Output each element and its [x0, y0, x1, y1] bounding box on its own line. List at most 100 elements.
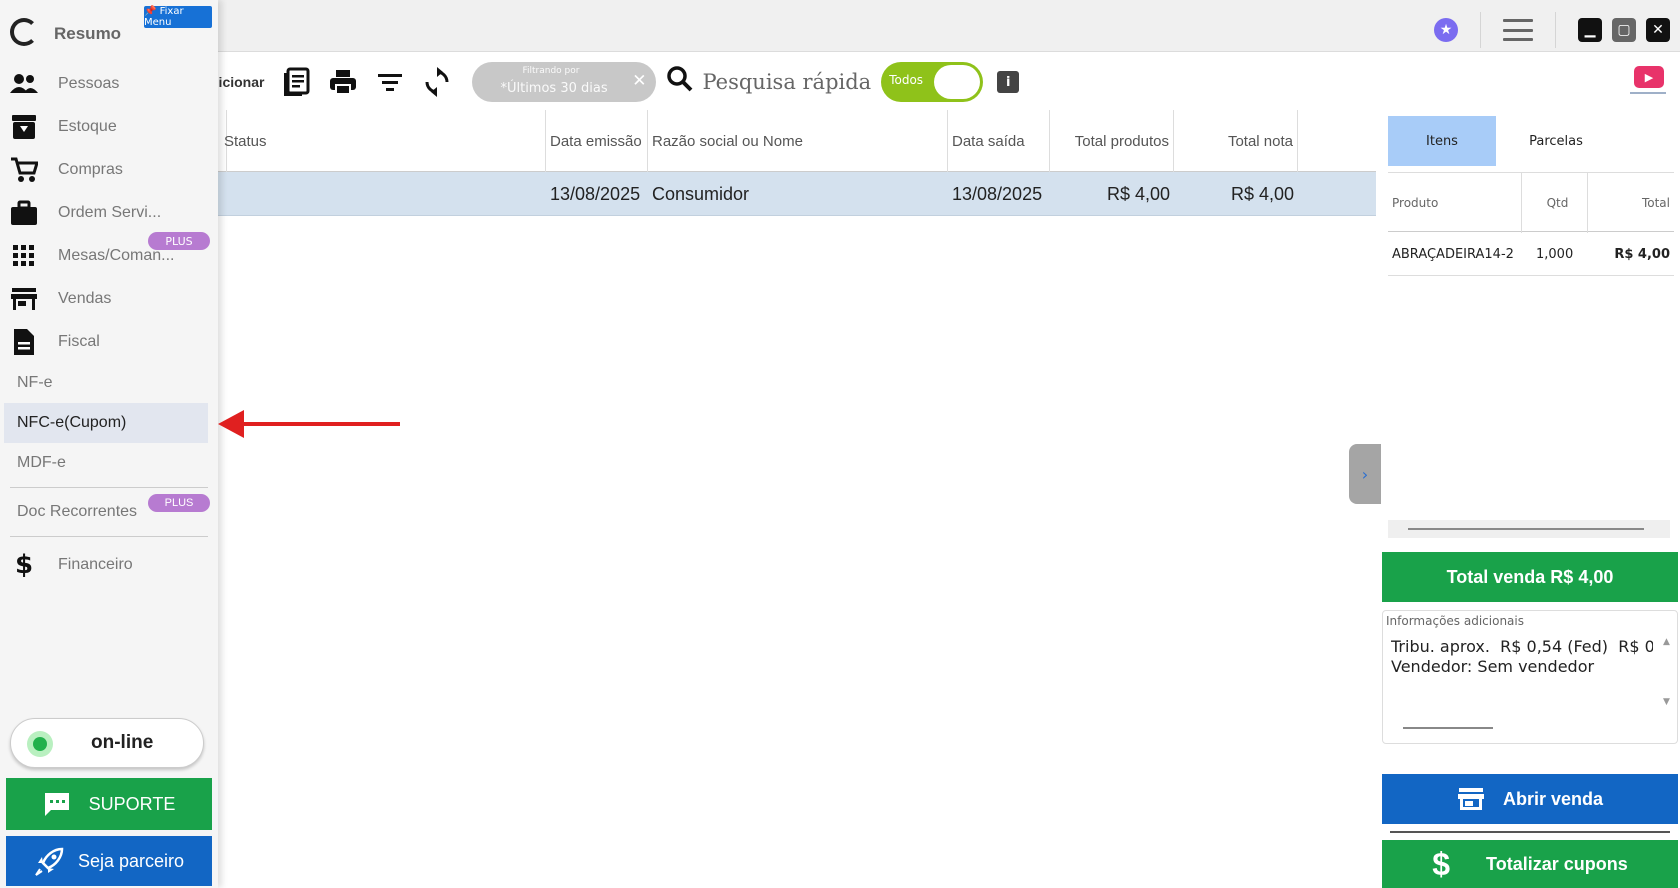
parceiro-label: Seja parceiro	[77, 850, 185, 871]
divider	[1555, 12, 1556, 48]
sidebar-item-compras[interactable]: Compras	[0, 148, 218, 191]
table-row[interactable]: 13/08/2025 Consumidor 13/08/2025 R$ 4,00…	[218, 172, 1376, 216]
clear-filter-icon[interactable]: ✕	[632, 71, 646, 91]
plus-badge: PLUS	[148, 494, 210, 512]
grid-icon	[10, 242, 38, 270]
sales-table: Status Data emissão Razão social ou Nome…	[218, 110, 1376, 216]
divider	[10, 487, 208, 488]
cell-total-produtos: R$ 4,00	[1106, 183, 1170, 204]
menu-icon[interactable]	[1503, 19, 1533, 41]
dollar-icon: $	[14, 549, 34, 580]
item-qtd: 1,000	[1536, 246, 1574, 262]
quick-search-input[interactable]: Pesquisa rápida	[702, 70, 871, 94]
close-icon[interactable]: ✕	[1646, 18, 1670, 42]
store-icon	[10, 285, 38, 313]
sidebar-item-label: Compras	[58, 160, 123, 178]
scroll-thumb[interactable]	[1408, 528, 1644, 530]
document-icon	[10, 328, 38, 356]
add-button[interactable]: dicionar	[210, 74, 264, 90]
window-controls: ★ ▁ ▢ ✕	[1434, 12, 1670, 48]
items-header: Produto Qtd Total	[1388, 172, 1674, 233]
refresh-icon[interactable]	[421, 66, 453, 98]
inventory-icon	[10, 113, 38, 141]
sidebar-subitem-nfce[interactable]: NFC-e(Cupom)	[4, 403, 208, 443]
favorite-star-icon[interactable]: ★	[1434, 18, 1458, 42]
info-label: Informações adicionais	[1386, 614, 1524, 628]
divider	[1480, 12, 1481, 48]
header-total-produtos[interactable]: Total produtos	[1050, 110, 1174, 172]
abrir-venda-button[interactable]: Abrir venda	[1382, 774, 1678, 824]
sidebar-item-label: Pessoas	[58, 74, 120, 92]
sidebar-item-pessoas[interactable]: Pessoas	[0, 62, 218, 105]
item-produto: ABRAÇADEIRA14-2	[1392, 246, 1514, 262]
totalizar-cupons-button[interactable]: $ Totalizar cupons	[1382, 840, 1678, 888]
sidebar-subitem-mdfe[interactable]: MDF-e	[0, 443, 218, 483]
sidebar-item-label: Doc Recorrentes	[17, 503, 138, 520]
total-venda-button[interactable]: Total venda R$ 4,00	[1382, 552, 1678, 602]
info-scrollbar[interactable]: ▲ ▼	[1663, 637, 1675, 733]
item-row[interactable]: ABRAÇADEIRA14-2 1,000 R$ 4,00	[1388, 232, 1674, 276]
chat-icon	[44, 793, 69, 816]
sidebar-subitem-nfe[interactable]: NF-e	[0, 363, 218, 403]
header-produto[interactable]: Produto	[1392, 173, 1522, 233]
toggle-label: Todos	[889, 73, 924, 87]
status-dot-icon	[27, 731, 53, 757]
filter-caption: Filtrando por	[522, 66, 580, 76]
toolbar: dicionar Filtrando por *Últimos 30 dias …	[210, 58, 1680, 106]
item-total: R$ 4,00	[1614, 246, 1670, 262]
store-icon	[1457, 788, 1484, 810]
details-panel: Itens Parcelas Produto Qtd Total ABRAÇAD…	[1388, 116, 1674, 276]
rocket-icon	[35, 847, 64, 876]
sidebar-item-label: Vendas	[58, 289, 112, 307]
all-toggle[interactable]: Todos	[881, 62, 984, 102]
header-total-nota[interactable]: Total nota	[1174, 110, 1298, 172]
app-window: ★ ▁ ▢ ✕ dicionar Filtrando por *Últimos …	[0, 0, 1680, 888]
additional-info-box[interactable]: Informações adicionais Tribu. aprox. R$ …	[1382, 610, 1678, 744]
sidebar-item-resumo[interactable]: Resumo	[54, 24, 121, 44]
cell-status	[220, 172, 546, 216]
sidebar-item-label: Ordem Servi...	[58, 203, 162, 221]
video-tutorial-icon[interactable]: ▶	[1634, 66, 1664, 88]
header-qtd[interactable]: Qtd	[1528, 173, 1588, 233]
header-data-saida[interactable]: Data saída	[948, 110, 1050, 172]
sidebar-item-vendas[interactable]: Vendas	[0, 277, 218, 320]
suporte-label: SUPORTE	[88, 793, 176, 814]
header-total[interactable]: Total	[1588, 173, 1670, 233]
info-text[interactable]: Tribu. aprox. R$ 0,54 (Fed) R$ 0, Vended…	[1391, 637, 1653, 677]
online-status[interactable]: on-line	[10, 718, 204, 768]
info-hscroll[interactable]	[1403, 727, 1493, 729]
maximize-icon[interactable]: ▢	[1612, 18, 1636, 42]
fix-menu-button[interactable]: 📌 Fixar Menu	[144, 6, 212, 28]
annotation-arrow-line	[240, 422, 400, 426]
cell-razao-social: Consumidor	[652, 183, 750, 204]
cart-icon	[10, 156, 38, 184]
divider	[10, 536, 208, 537]
header-status[interactable]: Status	[220, 110, 546, 172]
filter-icon[interactable]	[374, 66, 406, 98]
header-data-emissao[interactable]: Data emissão	[546, 110, 648, 172]
sidebar-item-fiscal[interactable]: Fiscal	[0, 320, 218, 363]
tab-parcelas[interactable]: Parcelas	[1502, 116, 1610, 166]
items-scrollbar[interactable]	[1388, 520, 1670, 538]
date-filter-chip[interactable]: Filtrando por *Últimos 30 dias ✕	[472, 62, 657, 102]
suporte-button[interactable]: SUPORTE	[6, 778, 212, 830]
seja-parceiro-button[interactable]: Seja parceiro	[6, 836, 212, 886]
sidebar-item-ordem-servico[interactable]: Ordem Servi...	[0, 191, 218, 234]
abrir-venda-label: Abrir venda	[1502, 788, 1604, 809]
header-razao-social[interactable]: Razão social ou Nome	[648, 110, 948, 172]
tab-itens[interactable]: Itens	[1388, 116, 1496, 166]
sidebar-item-label: Financeiro	[58, 555, 133, 573]
list-document-icon[interactable]	[280, 66, 312, 98]
sidebar-item-mesas[interactable]: Mesas/Coman... PLUS	[0, 232, 218, 277]
print-icon[interactable]	[327, 66, 359, 98]
info-icon[interactable]: i	[997, 71, 1020, 93]
top-bar: ★ ▁ ▢ ✕	[0, 0, 1680, 52]
minimize-icon[interactable]: ▁	[1578, 18, 1602, 42]
sidebar-item-estoque[interactable]: Estoque	[0, 105, 218, 148]
search-icon[interactable]	[666, 65, 696, 99]
sidebar-item-label: Estoque	[58, 117, 117, 135]
expand-panel-chevron-icon[interactable]: ›	[1349, 444, 1381, 504]
toggle-knob	[934, 65, 981, 99]
sidebar-item-financeiro[interactable]: $ Financeiro	[0, 543, 218, 586]
sidebar-subitem-doc-recorrentes[interactable]: Doc Recorrentes PLUS	[0, 492, 218, 532]
